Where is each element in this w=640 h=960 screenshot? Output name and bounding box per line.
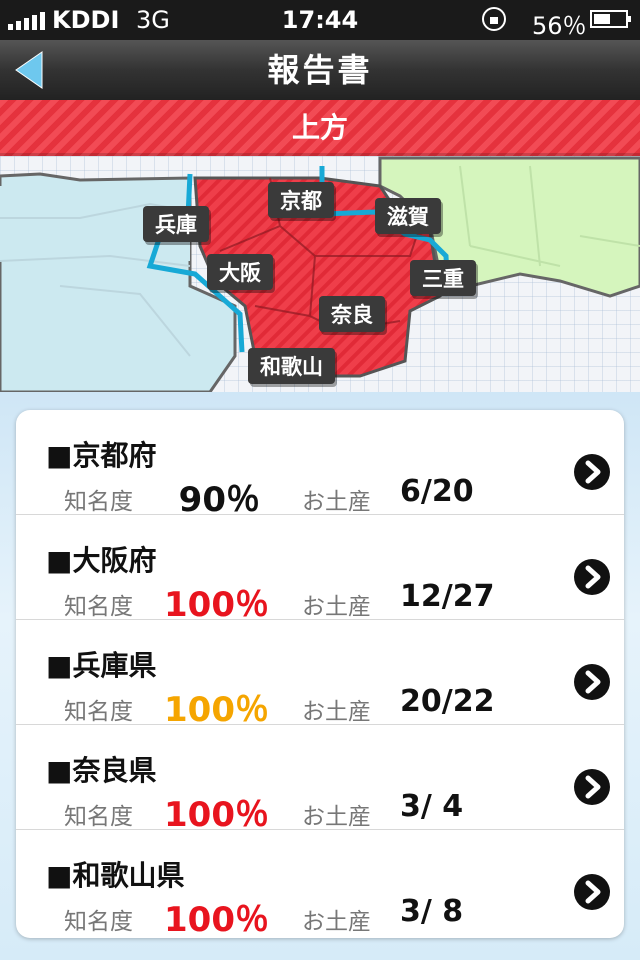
battery-icon xyxy=(590,10,631,28)
fame-label: 知名度 xyxy=(64,594,133,620)
souvenir-label: お土産 xyxy=(302,804,371,830)
chevron-right-icon[interactable] xyxy=(574,664,610,700)
map-label-mie: 三重 xyxy=(410,260,476,296)
fame-value: 90％ xyxy=(178,480,260,520)
chevron-right-icon[interactable] xyxy=(574,559,610,595)
souvenir-label: お土産 xyxy=(302,489,371,515)
battery-percent: 56％ xyxy=(532,12,587,40)
prefecture-name: ■京都府 xyxy=(46,439,157,472)
page-title: 報告書 xyxy=(267,51,373,89)
prefecture-name: ■大阪府 xyxy=(46,544,157,577)
map-label-osaka: 大阪 xyxy=(207,254,273,290)
prefecture-row[interactable]: ■奈良県 知名度 100％ お土産 3/ 4 xyxy=(16,725,624,835)
fame-value: 100％ xyxy=(164,690,269,730)
rotation-lock-icon xyxy=(482,7,506,31)
map-label-hyogo: 兵庫 xyxy=(143,206,209,242)
chevron-right-icon[interactable] xyxy=(574,454,610,490)
prefecture-row[interactable]: ■和歌山県 知名度 100％ お土産 3/ 8 xyxy=(16,830,624,938)
chevron-right-icon[interactable] xyxy=(574,769,610,805)
fame-value: 100％ xyxy=(164,795,269,835)
souvenir-value: 3/ 4 xyxy=(400,789,464,824)
map-label-kyoto: 京都 xyxy=(268,182,334,218)
map-label-wakayama: 和歌山 xyxy=(248,348,335,384)
fame-label: 知名度 xyxy=(64,489,133,515)
prefecture-row[interactable]: ■大阪府 知名度 100％ お土産 12/27 xyxy=(16,515,624,625)
fame-label: 知名度 xyxy=(64,699,133,725)
fame-value: 100％ xyxy=(164,585,269,625)
back-arrow-icon xyxy=(15,51,43,89)
souvenir-value: 3/ 8 xyxy=(400,894,464,929)
status-bar: KDDI 3G 17:44 56％ xyxy=(0,0,640,40)
souvenir-label: お土産 xyxy=(302,909,371,935)
prefecture-row[interactable]: ■兵庫県 知名度 100％ お土産 20/22 xyxy=(16,620,624,730)
prefecture-list: ■京都府 知名度 90％ お土産 6/20 ■大阪府 知名度 100％ お土産 … xyxy=(16,410,624,938)
souvenir-value: 6/20 xyxy=(400,474,474,509)
souvenir-value: 12/27 xyxy=(400,579,495,614)
prefecture-name: ■兵庫県 xyxy=(46,649,157,682)
chevron-right-icon[interactable] xyxy=(574,874,610,910)
map-label-nara: 奈良 xyxy=(319,296,385,332)
region-title: 上方 xyxy=(0,100,640,156)
souvenir-label: お土産 xyxy=(302,594,371,620)
region-map: 京都 兵庫 滋賀 大阪 三重 奈良 和歌山 xyxy=(0,156,640,392)
map-label-shiga: 滋賀 xyxy=(375,198,441,234)
prefecture-name: ■奈良県 xyxy=(46,754,157,787)
prefecture-name: ■和歌山県 xyxy=(46,859,185,892)
nav-bar: 報告書 xyxy=(0,40,640,100)
fame-label: 知名度 xyxy=(64,909,133,935)
souvenir-value: 20/22 xyxy=(400,684,495,719)
back-button[interactable] xyxy=(14,50,44,90)
fame-value: 100％ xyxy=(164,900,269,938)
prefecture-row[interactable]: ■京都府 知名度 90％ お土産 6/20 xyxy=(16,410,624,520)
fame-label: 知名度 xyxy=(64,804,133,830)
souvenir-label: お土産 xyxy=(302,699,371,725)
